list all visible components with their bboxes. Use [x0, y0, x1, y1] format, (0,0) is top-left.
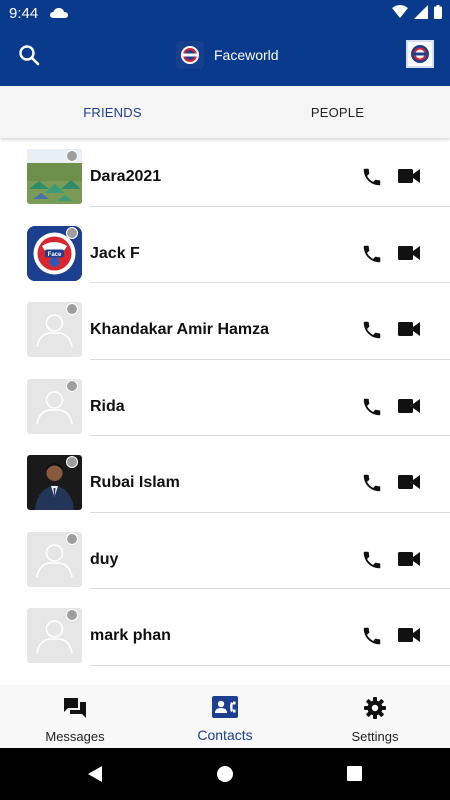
contact-name: Jack F	[90, 244, 140, 262]
phone-icon[interactable]	[361, 396, 383, 423]
nav-contacts-label: Contacts	[197, 727, 253, 743]
presence-indicator	[66, 456, 78, 468]
signal-icon	[414, 5, 428, 19]
app-bar: Faceworld	[0, 26, 450, 86]
tab-people[interactable]: PEOPLE	[225, 86, 450, 138]
search-icon[interactable]	[18, 44, 40, 71]
contacts-icon	[212, 696, 238, 723]
phone-icon[interactable]	[361, 472, 383, 499]
contact-row[interactable]: Dara2021	[0, 144, 450, 221]
phone-icon[interactable]	[361, 549, 383, 576]
video-camera-icon[interactable]	[398, 168, 420, 189]
contact-list: Dara2021 Face Jack F Khandakar Amir Hamz…	[0, 144, 450, 680]
contact-name: mark phan	[90, 627, 171, 644]
video-camera-icon[interactable]	[398, 627, 420, 648]
row-divider	[90, 664, 450, 666]
status-time: 9:44	[9, 5, 39, 22]
back-icon[interactable]	[86, 765, 104, 788]
contact-name: Dara2021	[90, 168, 162, 185]
presence-indicator	[66, 532, 78, 545]
tab-bar: FRIENDS PEOPLE	[0, 86, 450, 138]
presence-indicator	[66, 226, 78, 239]
contact-name: duy	[90, 550, 119, 568]
phone-icon[interactable]	[361, 166, 383, 193]
bottom-navigation: Messages Contacts Settings	[0, 685, 450, 748]
contact-name: Khandakar Amir Hamza	[90, 321, 270, 338]
system-icons	[392, 5, 442, 19]
app-brand: Faceworld	[176, 41, 279, 69]
recents-icon[interactable]	[347, 766, 362, 786]
video-camera-icon[interactable]	[398, 551, 420, 572]
contact-row[interactable]: Face Jack F	[0, 221, 450, 298]
contact-row[interactable]: mark phan	[0, 603, 450, 680]
video-camera-icon[interactable]	[398, 321, 420, 342]
settings-gear-icon	[363, 696, 387, 725]
video-camera-icon[interactable]	[398, 245, 420, 266]
home-icon[interactable]	[217, 766, 233, 787]
nav-settings[interactable]: Settings	[300, 685, 450, 748]
status-bar: 9:44	[0, 0, 450, 26]
row-divider	[90, 205, 450, 207]
row-divider	[90, 588, 450, 589]
svg-text:Face: Face	[48, 252, 62, 258]
wifi-icon	[392, 5, 408, 18]
video-camera-icon[interactable]	[398, 474, 420, 495]
nav-messages[interactable]: Messages	[0, 685, 150, 748]
phone-icon[interactable]	[361, 319, 383, 346]
presence-indicator	[66, 150, 78, 162]
contact-row[interactable]: duy	[0, 527, 450, 604]
app-title: Faceworld	[214, 47, 279, 63]
phone-icon[interactable]	[361, 625, 383, 652]
row-divider	[90, 358, 450, 360]
contact-name: Rida	[90, 397, 125, 415]
contact-name: Rubai Islam	[90, 474, 180, 491]
faceworld-logo-icon	[176, 41, 204, 69]
battery-icon	[434, 5, 442, 19]
presence-indicator	[66, 379, 78, 392]
presence-indicator	[66, 303, 78, 315]
profile-icon[interactable]	[406, 40, 434, 68]
tab-friends[interactable]: FRIENDS	[0, 86, 225, 138]
row-divider	[90, 435, 450, 436]
system-navigation-bar	[0, 748, 450, 800]
contact-row[interactable]: Rubai Islam	[0, 450, 450, 527]
video-camera-icon[interactable]	[398, 398, 420, 419]
messages-icon	[63, 696, 87, 725]
phone-icon[interactable]	[361, 243, 383, 270]
cloud-icon	[50, 6, 68, 24]
contact-row[interactable]: Rida	[0, 374, 450, 451]
contact-row[interactable]: Khandakar Amir Hamza	[0, 297, 450, 374]
row-divider	[90, 282, 450, 283]
presence-indicator	[66, 609, 78, 621]
nav-messages-label: Messages	[45, 729, 105, 744]
nav-settings-label: Settings	[351, 729, 399, 744]
row-divider	[90, 511, 450, 513]
nav-contacts[interactable]: Contacts	[150, 685, 300, 748]
